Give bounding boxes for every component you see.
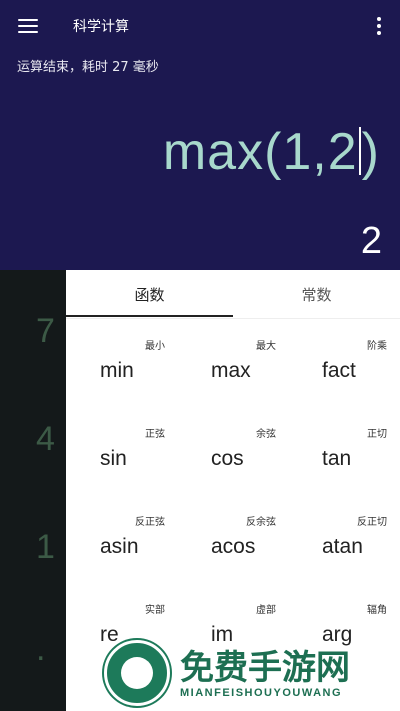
key-1[interactable]: 1 — [36, 528, 55, 567]
function-subtitle: 最大 — [256, 341, 276, 352]
function-name: sin — [100, 447, 127, 470]
function-cos-button[interactable]: 余弦 cos — [177, 407, 288, 495]
more-vertical-icon[interactable] — [376, 16, 382, 36]
panel-tabs: 函数 常数 — [66, 270, 400, 319]
function-name: re — [100, 623, 119, 646]
function-subtitle: 余弦 — [256, 429, 276, 440]
key-7[interactable]: 7 — [36, 312, 55, 351]
function-asin-button[interactable]: 反正弦 asin — [66, 495, 177, 583]
function-fact-button[interactable]: 阶乘 fact — [288, 319, 399, 407]
function-subtitle: 最小 — [145, 341, 165, 352]
hamburger-menu-icon[interactable] — [18, 18, 38, 34]
function-atan-button[interactable]: 反正切 atan — [288, 495, 399, 583]
function-name: cos — [211, 447, 244, 470]
key-4[interactable]: 4 — [36, 420, 55, 459]
expression-input[interactable]: max(1,2) — [163, 122, 380, 182]
function-name: im — [211, 623, 234, 646]
active-tab-indicator — [66, 315, 233, 317]
expression-text: max(1,2 — [162, 123, 358, 181]
status-text: 运算结束，耗时 27 毫秒 — [17, 60, 159, 75]
function-name: acos — [211, 535, 256, 558]
key-decimal[interactable]: . — [36, 630, 45, 669]
calculator-display: 运算结束，耗时 27 毫秒 max(1,2) 2 — [0, 52, 400, 270]
text-cursor — [358, 127, 361, 175]
function-subtitle: 反余弦 — [246, 517, 276, 528]
function-subtitle: 阶乘 — [367, 341, 387, 352]
function-acos-button[interactable]: 反余弦 acos — [177, 495, 288, 583]
function-sin-button[interactable]: 正弦 sin — [66, 407, 177, 495]
function-min-button[interactable]: 最小 min — [66, 319, 177, 407]
function-subtitle: 反正切 — [357, 517, 387, 528]
function-panel: 函数 常数 最小 min 最大 max 阶乘 fact 正弦 sin 余弦 co… — [66, 270, 400, 711]
function-subtitle: 实部 — [145, 605, 165, 616]
function-name: tan — [322, 447, 352, 470]
function-name: max — [211, 359, 251, 382]
function-re-button[interactable]: 实部 re — [66, 583, 177, 671]
app-title: 科学计算 — [73, 19, 129, 35]
tab-functions[interactable]: 函数 — [66, 270, 233, 318]
function-max-button[interactable]: 最大 max — [177, 319, 288, 407]
function-subtitle: 反正弦 — [135, 517, 165, 528]
function-tan-button[interactable]: 正切 tan — [288, 407, 399, 495]
tab-constants[interactable]: 常数 — [233, 270, 400, 318]
function-subtitle: 辐角 — [367, 605, 387, 616]
number-keypad: 7 4 1 . — [0, 270, 66, 711]
app-bar: 科学计算 — [0, 0, 400, 52]
function-im-button[interactable]: 虚部 im — [177, 583, 288, 671]
function-name: arg — [322, 623, 353, 646]
function-subtitle: 正切 — [367, 429, 387, 440]
function-name: atan — [322, 535, 363, 558]
function-subtitle: 虚部 — [256, 605, 276, 616]
function-name: asin — [100, 535, 139, 558]
function-arg-button[interactable]: 辐角 arg — [288, 583, 399, 671]
function-name: fact — [322, 359, 356, 382]
expression-text-after-cursor: ) — [361, 123, 380, 181]
result-value: 2 — [360, 220, 382, 262]
function-name: min — [100, 359, 134, 382]
function-subtitle: 正弦 — [145, 429, 165, 440]
